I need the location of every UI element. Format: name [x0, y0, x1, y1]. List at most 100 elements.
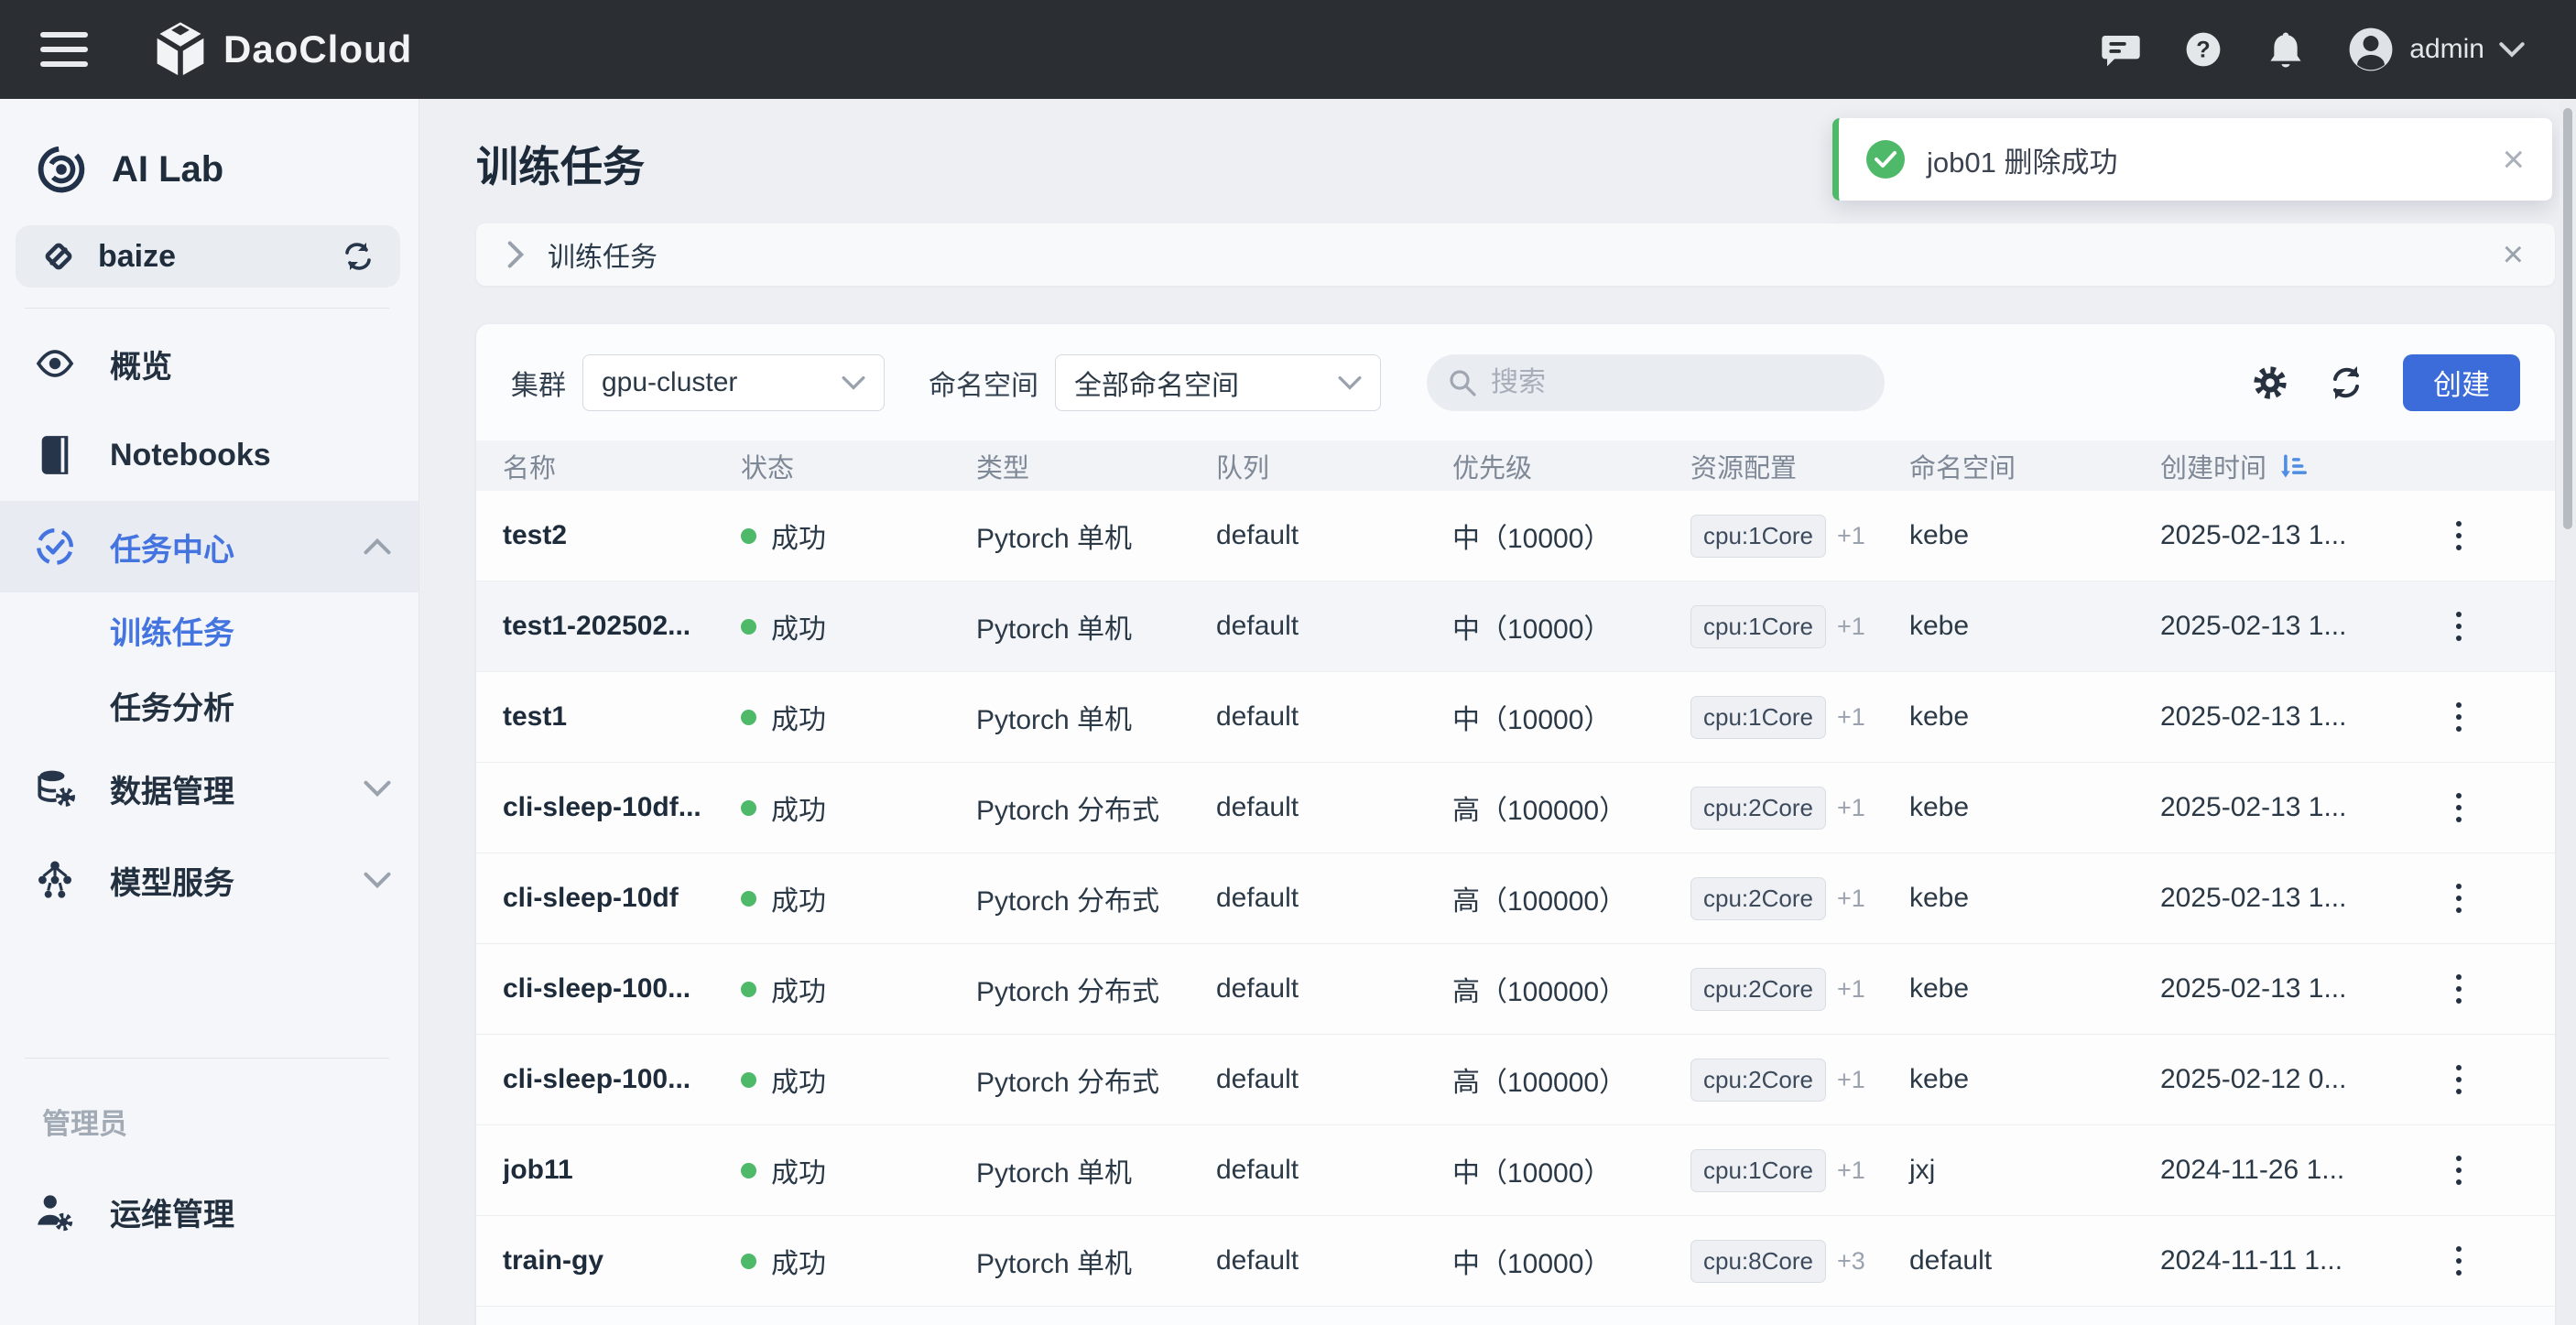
chevron-down-icon [842, 375, 865, 390]
resource-config: cpu:1Core+1 [1690, 515, 1909, 558]
job-namespace: kebe [1909, 883, 2160, 914]
help-icon[interactable]: ? [2182, 28, 2224, 71]
model-service-icon [0, 859, 110, 901]
menu-icon[interactable] [40, 29, 92, 70]
chevron-right-icon[interactable] [507, 241, 524, 268]
close-icon[interactable]: × [2503, 236, 2524, 273]
more-actions-icon[interactable] [2431, 1143, 2486, 1198]
table-row[interactable]: cli-sleep-10df 成功 Pytorch 分布式 default 高（… [476, 853, 2555, 944]
message-icon[interactable] [2100, 28, 2142, 71]
namespace-select[interactable]: 全部命名空间 [1055, 354, 1381, 411]
app-window: DaoCloud ? admin [0, 0, 2576, 1325]
breadcrumb: 训练任务 × [476, 223, 2555, 286]
table-row[interactable]: cli-sleep-100... 成功 Pytorch 分布式 default … [476, 944, 2555, 1035]
job-priority: 中（10000） [1452, 516, 1690, 556]
user-gear-icon [0, 1190, 110, 1233]
sidebar-item-notebooks[interactable]: Notebooks [0, 409, 418, 501]
job-type: Pytorch 分布式 [976, 878, 1216, 918]
brand-logo[interactable]: DaoCloud [154, 21, 412, 78]
status-dot-icon [741, 1163, 756, 1178]
close-icon[interactable]: × [2502, 140, 2525, 179]
eye-icon [0, 343, 110, 384]
sidebar-item-data-management[interactable]: 数据管理 [0, 743, 418, 834]
column-header-priority[interactable]: 优先级 [1452, 447, 1690, 485]
column-header-namespace[interactable]: 命名空间 [1909, 447, 2160, 485]
job-priority: 高（100000） [1452, 878, 1690, 918]
create-button[interactable]: 创建 [2403, 354, 2520, 411]
more-actions-icon[interactable] [2431, 1052, 2486, 1107]
user-menu[interactable]: admin [2347, 26, 2525, 73]
more-actions-icon[interactable] [2431, 599, 2486, 654]
column-header-status[interactable]: 状态 [741, 447, 976, 485]
resource-config: cpu:8Core+3 [1690, 1240, 1909, 1283]
status-badge: 成功 [741, 878, 976, 918]
job-priority: 高（100000） [1452, 787, 1690, 828]
column-header-queue[interactable]: 队列 [1216, 447, 1452, 485]
table-row[interactable]: cli-sleep-10df... 成功 Pytorch 分布式 default… [476, 763, 2555, 853]
table-row[interactable]: test1-202502... 成功 Pytorch 单机 default 中（… [476, 581, 2555, 672]
status-badge: 成功 [741, 1059, 976, 1100]
column-header-resources[interactable]: 资源配置 [1690, 447, 1909, 485]
job-priority: 中（10000） [1452, 697, 1690, 737]
created-time: 2025-02-13 1... [2160, 883, 2415, 914]
sort-descending-icon[interactable] [2277, 451, 2307, 481]
status-dot-icon [741, 528, 756, 544]
search-icon [1447, 367, 1478, 398]
more-actions-icon[interactable] [2431, 871, 2486, 926]
cluster-select[interactable]: gpu-cluster [582, 354, 885, 411]
table-row[interactable]: test1 成功 Pytorch 单机 default 中（10000） cpu… [476, 672, 2555, 763]
column-header-created[interactable]: 创建时间 [2160, 447, 2415, 485]
sidebar-item-ops-management[interactable]: 运维管理 [0, 1166, 418, 1257]
row-actions [2415, 871, 2555, 926]
sidebar-item-overview[interactable]: 概览 [0, 318, 418, 409]
job-queue: default [1216, 973, 1452, 1005]
created-time: 2025-02-13 1... [2160, 520, 2415, 551]
refresh-icon[interactable] [2326, 364, 2366, 401]
sidebar-subitem-training-jobs[interactable]: 训练任务 [0, 592, 418, 668]
settings-gear-icon[interactable] [2251, 364, 2289, 402]
job-namespace: default [1909, 1245, 2160, 1276]
notebook-icon [0, 435, 110, 475]
created-time: 2025-02-13 1... [2160, 701, 2415, 733]
workspace-icon [39, 237, 78, 276]
vertical-scrollbar-track[interactable] [2560, 99, 2576, 1325]
switch-workspace-icon[interactable] [340, 241, 376, 272]
more-actions-icon[interactable] [2431, 508, 2486, 563]
avatar [2347, 26, 2395, 73]
workspace-name: baize [98, 239, 176, 275]
job-namespace: kebe [1909, 611, 2160, 642]
job-name: train-gy [503, 1245, 741, 1276]
ai-lab-icon [35, 143, 88, 196]
vertical-scrollbar-thumb[interactable] [2563, 108, 2572, 529]
status-badge: 成功 [741, 969, 976, 1009]
table-row[interactable]: job11 成功 Pytorch 单机 default 中（10000） cpu… [476, 1125, 2555, 1216]
job-type: Pytorch 单机 [976, 516, 1216, 556]
more-actions-icon[interactable] [2431, 1233, 2486, 1288]
job-type: Pytorch 分布式 [976, 969, 1216, 1009]
sidebar-item-label: Notebooks [110, 438, 271, 473]
search-input[interactable] [1491, 367, 1864, 398]
column-header-type[interactable]: 类型 [976, 447, 1216, 485]
table-row[interactable]: test2 成功 Pytorch 单机 default 中（10000） cpu… [476, 491, 2555, 581]
success-check-icon [1866, 140, 1905, 179]
job-priority: 高（100000） [1452, 969, 1690, 1009]
workspace-selector[interactable]: baize [16, 225, 400, 288]
sidebar-item-task-center[interactable]: 任务中心 [0, 501, 418, 592]
table-row[interactable]: cli-sleep-100... 成功 Pytorch 分布式 default … [476, 1035, 2555, 1125]
cluster-label: 集群 [511, 363, 566, 403]
job-type: Pytorch 单机 [976, 1241, 1216, 1281]
more-actions-icon[interactable] [2431, 690, 2486, 744]
more-actions-icon[interactable] [2431, 961, 2486, 1016]
breadcrumb-item[interactable]: 训练任务 [548, 234, 658, 275]
database-gear-icon [0, 767, 110, 809]
resource-chip: cpu:2Core [1690, 1059, 1826, 1102]
chevron-down-icon [2499, 41, 2525, 58]
table-row[interactable]: train-gy 成功 Pytorch 单机 default 中（10000） … [476, 1216, 2555, 1307]
bell-icon[interactable] [2265, 28, 2307, 71]
chevron-down-icon [1338, 375, 1362, 390]
more-actions-icon[interactable] [2431, 780, 2486, 835]
sidebar-item-model-services[interactable]: 模型服务 [0, 834, 418, 926]
job-namespace: kebe [1909, 520, 2160, 551]
sidebar-subitem-task-analysis[interactable]: 任务分析 [0, 668, 418, 743]
column-header-name[interactable]: 名称 [503, 447, 741, 485]
